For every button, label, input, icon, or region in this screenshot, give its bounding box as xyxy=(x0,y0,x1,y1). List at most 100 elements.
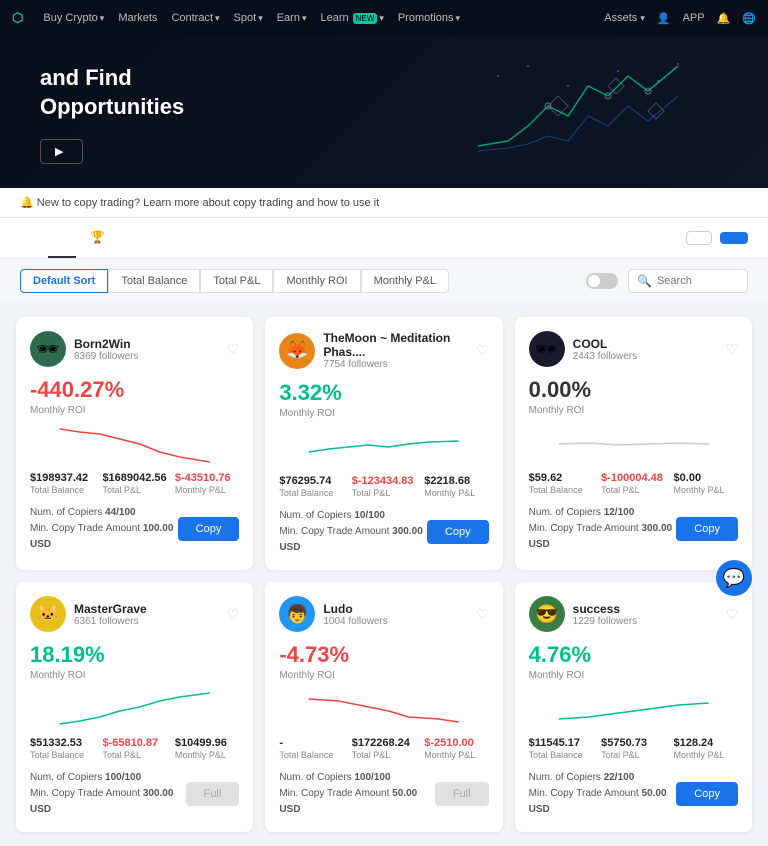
sort-default[interactable]: Default Sort xyxy=(20,269,108,293)
sort-pills: Default Sort Total Balance Total P&L Mon… xyxy=(20,269,449,293)
mini-chart xyxy=(529,689,738,729)
copy-button-success[interactable]: Copy xyxy=(676,782,738,806)
roi-label: Monthly ROI xyxy=(30,670,239,681)
nav-contract[interactable]: Contract ▾ xyxy=(171,12,219,24)
avatar: 😎 xyxy=(529,596,565,632)
roi-value: 3.32% xyxy=(279,380,488,406)
tab-leaderboard[interactable]: 🏆 xyxy=(76,218,124,258)
trader-followers: 2443 followers xyxy=(573,351,637,362)
nav-buy-crypto[interactable]: Buy Crypto ▾ xyxy=(43,12,104,24)
mini-chart xyxy=(30,689,239,729)
copy-button-born2win[interactable]: Copy xyxy=(178,517,240,541)
copiers-info: Num. of Copiers 44/100 Min. Copy Trade A… xyxy=(30,505,178,553)
nav-spot[interactable]: Spot ▾ xyxy=(234,12,263,24)
copy-button-cool[interactable]: Copy xyxy=(676,517,738,541)
trader-card-themoon: 🦊 TheMoon ~ Meditation Phas.... 7754 fol… xyxy=(265,317,502,570)
card-footer: Num. of Copiers 12/100 Min. Copy Trade A… xyxy=(529,505,738,553)
stats-row: - Total Balance $172268.24 Total P&L $-2… xyxy=(279,737,488,760)
stat-label: Total Balance xyxy=(529,485,593,495)
tab-list: 🏆 xyxy=(20,218,124,258)
stat-item: $76295.74 Total Balance xyxy=(279,475,343,498)
tab-actions xyxy=(686,231,748,245)
favorite-icon[interactable]: ♡ xyxy=(227,606,240,623)
assets-button[interactable]: Assets ▾ xyxy=(604,12,645,24)
stat-value: $-65810.87 xyxy=(102,737,166,749)
roi-value: 18.19% xyxy=(30,642,239,668)
stat-item: $-100004.48 Total P&L xyxy=(601,472,665,495)
stat-value: $198937.42 xyxy=(30,472,94,484)
stats-row: $76295.74 Total Balance $-123434.83 Tota… xyxy=(279,475,488,498)
favorite-icon[interactable]: ♡ xyxy=(476,342,489,359)
nav-promotions[interactable]: Promotions ▾ xyxy=(398,12,460,24)
chat-bubble[interactable]: 💬 xyxy=(716,560,752,596)
user-icon[interactable]: 👤 xyxy=(657,12,671,25)
trader-card-ludo: 👦 Ludo 1004 followers ♡ -4.73% Monthly R… xyxy=(265,582,502,832)
stat-item: $51332.53 Total Balance xyxy=(30,737,94,760)
stat-item: $-65810.87 Total P&L xyxy=(102,737,166,760)
search-icon: 🔍 xyxy=(637,274,652,288)
sort-monthly-pnl[interactable]: Monthly P&L xyxy=(361,269,449,293)
hero-section: and FindOpportunities ▶ xyxy=(0,36,768,188)
copy-button-ludo: Full xyxy=(435,782,489,806)
stat-item: $2218.68 Monthly P&L xyxy=(424,475,488,498)
favorite-icon[interactable]: ♡ xyxy=(227,341,240,358)
stat-value: $11545.17 xyxy=(529,737,593,749)
stat-value: $59.62 xyxy=(529,472,593,484)
copiers-info: Num. of Copiers 12/100 Min. Copy Trade A… xyxy=(529,505,677,553)
trader-info: 🕶 Born2Win 8369 followers xyxy=(30,331,138,367)
navbar: ⬡ Buy Crypto ▾ Markets Contract ▾ Spot ▾… xyxy=(0,0,768,36)
avatar: 🕶 xyxy=(529,331,565,367)
favorite-icon[interactable]: ♡ xyxy=(476,606,489,623)
card-footer: Num. of Copiers 100/100 Min. Copy Trade … xyxy=(279,770,488,818)
stat-item: $-43510.76 Monthly P&L xyxy=(175,472,239,495)
stat-value: $10499.96 xyxy=(175,737,239,749)
stats-row: $51332.53 Total Balance $-65810.87 Total… xyxy=(30,737,239,760)
trader-name: success xyxy=(573,602,637,616)
card-header: 🕶 COOL 2443 followers ♡ xyxy=(529,331,738,367)
hide-full-toggle[interactable] xyxy=(586,273,618,289)
trader-name: Born2Win xyxy=(74,337,138,351)
trader-name: TheMoon ~ Meditation Phas.... xyxy=(323,331,476,359)
language-icon[interactable]: 🌐 xyxy=(742,12,756,25)
search-input[interactable] xyxy=(657,275,747,287)
roi-label: Monthly ROI xyxy=(529,405,738,416)
bell-icon[interactable]: 🔔 xyxy=(717,12,731,25)
mini-chart xyxy=(529,424,738,464)
nav-markets[interactable]: Markets xyxy=(118,12,157,24)
sort-total-pnl[interactable]: Total P&L xyxy=(200,269,273,293)
trader-info: 😎 success 1229 followers xyxy=(529,596,637,632)
nav-items: Buy Crypto ▾ Markets Contract ▾ Spot ▾ E… xyxy=(43,12,604,24)
card-header: 🐱 MasterGrave 6361 followers ♡ xyxy=(30,596,239,632)
stats-row: $11545.17 Total Balance $5750.73 Total P… xyxy=(529,737,738,760)
roi-label: Monthly ROI xyxy=(279,408,488,419)
tab-following[interactable] xyxy=(20,218,48,258)
apply-top-trader-button[interactable] xyxy=(686,231,712,245)
copy-button-themoon[interactable]: Copy xyxy=(427,520,489,544)
favorite-icon[interactable]: ♡ xyxy=(725,606,738,623)
stats-row: $59.62 Total Balance $-100004.48 Total P… xyxy=(529,472,738,495)
stat-value: $76295.74 xyxy=(279,475,343,487)
favorite-icon[interactable]: ♡ xyxy=(725,341,738,358)
stat-value: $1689042.56 xyxy=(102,472,166,484)
stat-label: Monthly P&L xyxy=(175,485,239,495)
logo[interactable]: ⬡ xyxy=(12,10,27,26)
stat-label: Total P&L xyxy=(352,750,416,760)
notice-bar: 🔔 New to copy trading? Learn more about … xyxy=(0,188,768,218)
my-copy-trade-button[interactable] xyxy=(720,232,748,244)
stat-value: $-123434.83 xyxy=(352,475,416,487)
tab-recommended[interactable] xyxy=(48,218,76,258)
trader-followers: 7754 followers xyxy=(323,359,476,370)
roi-value: -4.73% xyxy=(279,642,488,668)
roi-value: 4.76% xyxy=(529,642,738,668)
copiers-info: Num. of Copiers 10/100 Min. Copy Trade A… xyxy=(279,508,427,556)
nav-learn[interactable]: Learn NEW ▾ xyxy=(321,12,384,24)
stat-item: $128.24 Monthly P&L xyxy=(674,737,738,760)
app-label[interactable]: APP xyxy=(683,12,705,24)
trader-info: 👦 Ludo 1004 followers xyxy=(279,596,387,632)
sort-monthly-roi[interactable]: Monthly ROI xyxy=(273,269,360,293)
sort-total-balance[interactable]: Total Balance xyxy=(108,269,200,293)
tutorial-button[interactable]: ▶ xyxy=(40,139,83,164)
stat-value: $128.24 xyxy=(674,737,738,749)
nav-earn[interactable]: Earn ▾ xyxy=(277,12,307,24)
right-nav-items: Assets ▾ 👤 APP 🔔 🌐 xyxy=(604,12,756,25)
